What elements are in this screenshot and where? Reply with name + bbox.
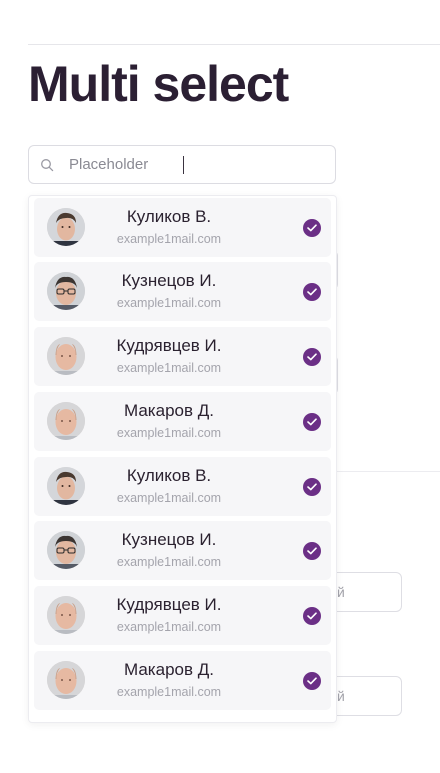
option-email: example1mail.com bbox=[116, 491, 222, 505]
top-divider bbox=[28, 44, 440, 45]
option-item[interactable]: Куликов В. example1mail.com bbox=[34, 198, 331, 257]
option-item[interactable]: Макаров Д. example1mail.com bbox=[34, 392, 331, 451]
option-name: Куликов В. bbox=[126, 207, 212, 226]
option-item[interactable]: Кузнецов И. example1mail.com bbox=[34, 262, 331, 321]
check-circle-icon[interactable] bbox=[303, 478, 321, 496]
option-email: example1mail.com bbox=[116, 426, 222, 440]
avatar-bald-man bbox=[47, 337, 85, 375]
text-caret bbox=[183, 156, 184, 174]
page-title: Multi select bbox=[28, 56, 289, 112]
search-field[interactable] bbox=[28, 145, 336, 184]
check-circle-icon[interactable] bbox=[303, 348, 321, 366]
option-name: Кудрявцев И. bbox=[116, 595, 222, 614]
option-email: example1mail.com bbox=[116, 232, 222, 246]
search-icon bbox=[41, 159, 54, 172]
background-field-text: й bbox=[337, 584, 345, 600]
option-email: example1mail.com bbox=[116, 296, 222, 310]
avatar-bald-man bbox=[47, 596, 85, 634]
check-circle-icon[interactable] bbox=[303, 413, 321, 431]
check-circle-icon[interactable] bbox=[303, 542, 321, 560]
check-circle-icon[interactable] bbox=[303, 672, 321, 690]
check-circle-icon[interactable] bbox=[303, 283, 321, 301]
option-name: Кузнецов И. bbox=[121, 530, 217, 549]
multi-select-page: Multi select й й Куликов В. example1mail.… bbox=[0, 0, 440, 773]
options-dropdown[interactable]: Куликов В. example1mail.com Кузнецов И. ex… bbox=[28, 195, 337, 723]
option-name: Кузнецов И. bbox=[121, 271, 217, 290]
avatar-young-man bbox=[47, 208, 85, 246]
option-item[interactable]: Кудрявцев И. example1mail.com bbox=[34, 327, 331, 386]
option-name: Куликов В. bbox=[126, 466, 212, 485]
check-circle-icon[interactable] bbox=[303, 607, 321, 625]
avatar-man-glasses bbox=[47, 272, 85, 310]
check-circle-icon[interactable] bbox=[303, 219, 321, 237]
option-name: Макаров Д. bbox=[124, 660, 214, 679]
option-name: Макаров Д. bbox=[124, 401, 214, 420]
option-name: Кудрявцев И. bbox=[116, 336, 222, 355]
avatar-bald-man bbox=[47, 402, 85, 440]
option-item[interactable]: Кудрявцев И. example1mail.com bbox=[34, 586, 331, 645]
option-email: example1mail.com bbox=[116, 685, 222, 699]
option-email: example1mail.com bbox=[116, 555, 222, 569]
option-email: example1mail.com bbox=[116, 620, 222, 634]
avatar-man-glasses bbox=[47, 531, 85, 569]
avatar-young-man bbox=[47, 467, 85, 505]
background-field-text: й bbox=[337, 688, 345, 704]
option-email: example1mail.com bbox=[116, 361, 222, 375]
option-item[interactable]: Макаров Д. example1mail.com bbox=[34, 651, 331, 710]
option-item[interactable]: Куликов В. example1mail.com bbox=[34, 457, 331, 516]
search-input[interactable] bbox=[69, 146, 319, 183]
option-item[interactable]: Кузнецов И. example1mail.com bbox=[34, 521, 331, 580]
avatar-bald-man bbox=[47, 661, 85, 699]
